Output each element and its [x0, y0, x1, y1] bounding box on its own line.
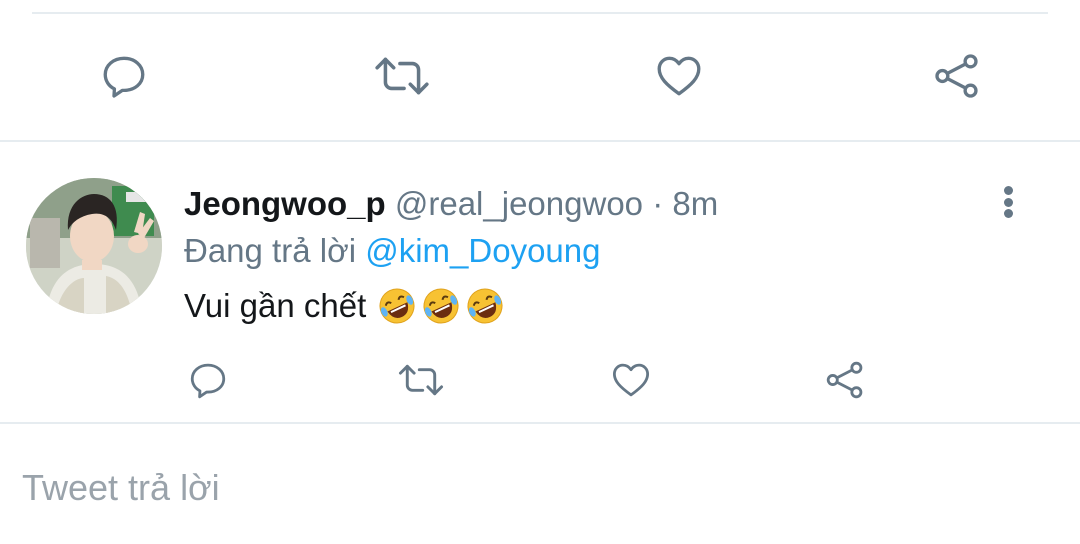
- rofl-emoji-icon: [379, 288, 415, 324]
- reply-icon: [103, 56, 145, 98]
- timestamp[interactable]: 8m: [672, 185, 718, 222]
- avatar[interactable]: [26, 178, 162, 314]
- tweet-like-button[interactable]: [608, 358, 654, 402]
- replying-to: Đang trả lời @kim_Doyoung: [184, 229, 601, 273]
- emoji-group: [376, 286, 506, 326]
- replying-to-label: Đang trả lời: [184, 232, 357, 269]
- heart-icon: [657, 56, 701, 96]
- retweet-icon: [398, 364, 444, 396]
- share-button[interactable]: [930, 50, 984, 102]
- tweet-reply-button[interactable]: [186, 358, 230, 402]
- reply-button[interactable]: [98, 50, 150, 102]
- tweet-share-button[interactable]: [822, 358, 868, 402]
- reply-icon: [190, 363, 226, 399]
- top-divider: [32, 12, 1048, 14]
- display-name[interactable]: Jeongwoo_p: [184, 185, 386, 222]
- more-options-button[interactable]: [990, 184, 1026, 220]
- more-vertical-icon-dot: [1003, 197, 1013, 207]
- more-vertical-icon-dot: [1003, 209, 1013, 218]
- share-icon: [935, 54, 978, 98]
- tweet[interactable]: Jeongwoo_p @real_jeongwoo · 8m Đang trả …: [0, 142, 1080, 424]
- share-icon: [826, 361, 863, 399]
- reply-input-placeholder: Tweet trả lời: [22, 467, 220, 508]
- tweet-header: Jeongwoo_p @real_jeongwoo · 8m: [184, 182, 718, 226]
- retweet-button[interactable]: [372, 50, 432, 102]
- divider: [0, 422, 1080, 424]
- separator-dot: ·: [652, 185, 664, 222]
- like-button[interactable]: [652, 50, 706, 102]
- rofl-emoji-icon: [467, 288, 503, 324]
- more-vertical-icon: [1003, 186, 1013, 195]
- retweet-icon: [375, 57, 429, 95]
- tweet-body: Vui gần chết: [184, 287, 367, 324]
- reply-input[interactable]: Tweet trả lời: [22, 466, 220, 510]
- heart-icon: [612, 363, 650, 397]
- rofl-emoji-icon: [423, 288, 459, 324]
- tweet-retweet-button[interactable]: [396, 358, 446, 402]
- tweet-text: Vui gần chết: [184, 284, 506, 328]
- previous-tweet-actions: [0, 44, 1080, 108]
- avatar-photo: [26, 178, 162, 314]
- user-handle[interactable]: @real_jeongwoo: [395, 185, 643, 222]
- mention-link[interactable]: @kim_Doyoung: [365, 232, 600, 269]
